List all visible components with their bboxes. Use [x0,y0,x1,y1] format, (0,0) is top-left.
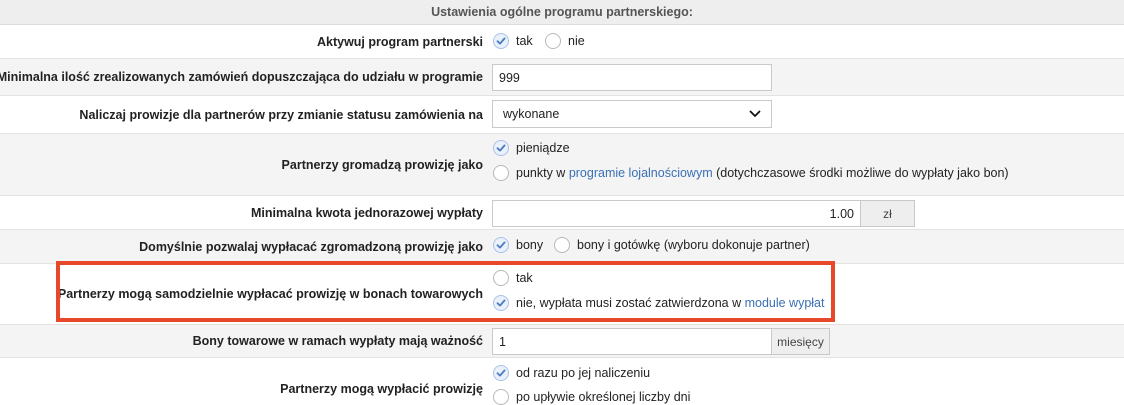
label-activate-program: Aktywuj program partnerski [316,34,483,49]
label-default-payout: Domyślnie pozwalaj wypłacać zgromadzoną … [139,239,483,254]
label-when-payout: Partnerzy mogą wypłacić prowizję [280,382,483,396]
row-commission-status: Naliczaj prowizje dla partnerów przy zmi… [0,96,1124,134]
radio-activate-no[interactable]: nie [545,33,585,49]
section-header: Ustawienia ogólne programu partnerskiego… [0,0,1124,25]
radio-self-payout-yes[interactable]: tak [493,270,533,286]
months-addon: miesięcy [771,328,830,355]
label-commission-status: Naliczaj prowizje dla partnerów przy zmi… [79,107,483,122]
radio-self-payout-no[interactable]: nie, wypłata musi zostać zatwierdzona w … [493,295,824,311]
radio-unchecked-icon [554,237,570,253]
voucher-validity-input[interactable]: 1 [492,328,772,355]
loyalty-program-link[interactable]: programie lojalnościowym [569,166,713,180]
radio-checked-icon [493,295,509,311]
radio-checked-icon [493,33,509,49]
row-self-payout: Partnerzy mogą samodzielnie wypłacać pro… [0,264,1124,325]
radio-unchecked-icon [545,33,561,49]
label-min-orders: Minimalna ilość zrealizowanych zamówień … [0,70,483,84]
radio-activate-yes[interactable]: tak [493,33,533,49]
row-activate-program: Aktywuj program partnerski tak nie [0,25,1124,59]
row-when-payout: Partnerzy mogą wypłacić prowizję od razu… [0,358,1124,405]
radio-default-vouchers[interactable]: bony [493,237,543,253]
radio-checked-icon [493,365,509,381]
currency-addon: zł [860,200,915,227]
radio-checked-icon [493,140,509,156]
min-payout-input[interactable]: 1.00 [492,200,861,227]
radio-accumulate-points[interactable]: punkty w programie lojalnościowym (dotyc… [493,165,1009,181]
radio-payout-immediate[interactable]: od razu po jej naliczeniu [493,365,650,381]
label-self-payout: Partnerzy mogą samodzielnie wypłacać pro… [57,287,483,301]
section-title: Ustawienia ogólne programu partnerskiego… [431,5,693,19]
radio-unchecked-icon [493,270,509,286]
label-accumulate: Partnerzy gromadzą prowizję jako [281,157,483,172]
radio-accumulate-money[interactable]: pieniądze [493,140,570,156]
row-accumulate: Partnerzy gromadzą prowizję jako pieniąd… [0,134,1124,196]
payout-module-link[interactable]: module wypłat [745,296,825,310]
select-value: wykonane [503,107,560,121]
label-voucher-validity: Bony towarowe w ramach wypłaty mają ważn… [192,334,483,348]
radio-unchecked-icon [493,165,509,181]
radio-checked-icon [493,237,509,253]
row-min-orders: Minimalna ilość zrealizowanych zamówień … [0,59,1124,96]
label-min-payout: Minimalna kwota jednorazowej wypłaty [251,205,483,220]
radio-unchecked-icon [493,389,509,405]
radio-payout-after-days[interactable]: po upływie określonej liczby dni [493,389,690,405]
row-default-payout: Domyślnie pozwalaj wypłacać zgromadzoną … [0,230,1124,264]
min-orders-input[interactable]: 999 [492,64,772,91]
chevron-down-icon [749,107,761,121]
row-voucher-validity: Bony towarowe w ramach wypłaty mają ważn… [0,325,1124,358]
commission-status-select[interactable]: wykonane [492,100,772,128]
row-min-payout: Minimalna kwota jednorazowej wypłaty 1.0… [0,196,1124,230]
radio-default-both[interactable]: bony i gotówkę (wyboru dokonuje partner) [554,237,810,253]
